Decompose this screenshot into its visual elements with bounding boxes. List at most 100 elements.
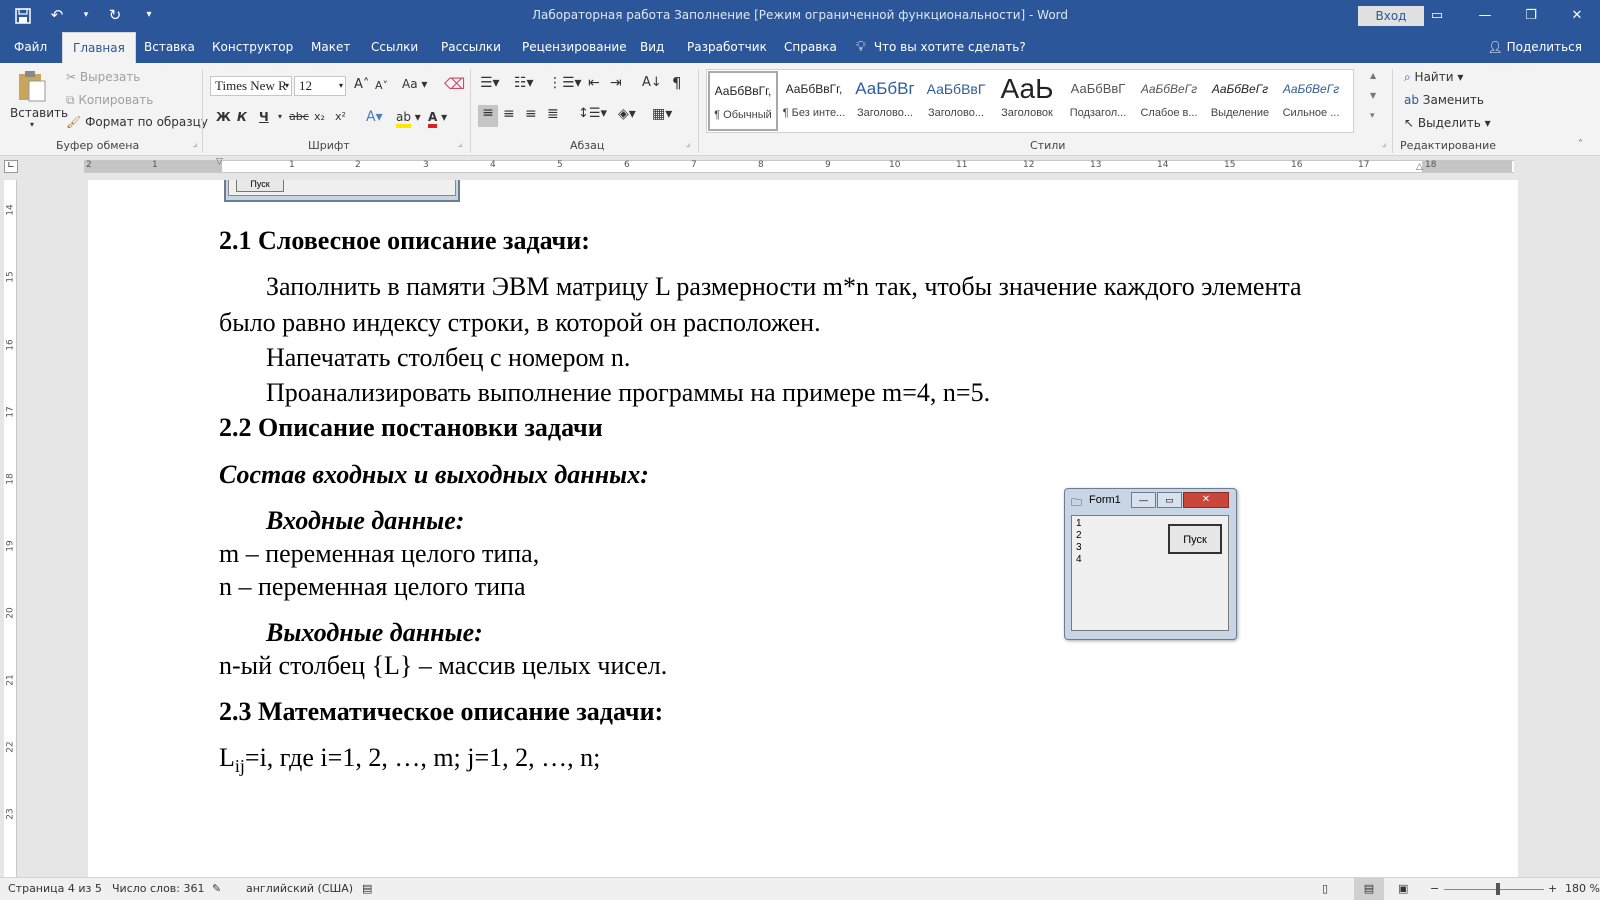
align-center-icon[interactable]: ≡ (503, 106, 515, 122)
clear-formatting-icon[interactable]: ⌫ (444, 75, 465, 93)
bold-button[interactable]: Ж (216, 107, 231, 127)
dialog-launcher-icon[interactable]: ⌟ (458, 139, 462, 149)
cut-button[interactable]: ✂ Вырезать (66, 70, 140, 84)
chevron-down-icon[interactable]: ▾ (82, 6, 90, 24)
copy-button[interactable]: ⧉ Копировать (66, 93, 153, 108)
zoom-level[interactable]: 180 % (1565, 882, 1600, 895)
print-layout-icon[interactable]: ▤ (1354, 878, 1384, 900)
sort-icon[interactable]: A↓ (642, 75, 662, 90)
zoom-in-icon[interactable]: + (1548, 882, 1557, 895)
tab-review[interactable]: Рецензирование (512, 32, 637, 63)
text-effects-icon[interactable]: A▾ (366, 107, 383, 127)
style-subtle-emphasis[interactable]: АаБбВеГг Слабое в... (1134, 71, 1204, 131)
style-subtitle[interactable]: АаБбВвГ Подзагол... (1063, 71, 1133, 131)
grow-font-icon[interactable]: A˄ (354, 77, 369, 92)
scroll-up-icon[interactable]: ▲ (1370, 71, 1376, 80)
font-name-combo[interactable]: Times New R ▾ (210, 76, 292, 96)
language[interactable]: английский (США) (246, 882, 353, 895)
chevron-down-icon[interactable]: ▾ (278, 107, 282, 127)
zoom-out-icon[interactable]: − (1430, 882, 1439, 895)
style-name: Заголовок (1001, 107, 1053, 119)
style-sample: АаБбВвГг, (785, 82, 843, 96)
shading-icon[interactable]: ◈▾ (618, 106, 636, 122)
ribbon-display-options-icon[interactable]: ▭ (1414, 0, 1460, 32)
tab-file[interactable]: Файл (4, 32, 57, 63)
restore-icon[interactable]: ❐ (1508, 0, 1554, 32)
tab-developer[interactable]: Разработчик (677, 32, 777, 63)
align-right-icon[interactable]: ≡ (525, 106, 537, 122)
tab-help[interactable]: Справка (774, 32, 847, 63)
horizontal-ruler[interactable]: 2 1 1 2 3 4 5 6 7 8 9 10 11 12 13 14 15 … (84, 157, 1514, 173)
style-normal[interactable]: АаБбВвГг, ¶ Обычный (708, 71, 778, 131)
format-painter-button[interactable]: 🖌︎ Формат по образцу (66, 115, 208, 129)
undo-icon[interactable]: ↶ (48, 6, 66, 24)
tab-insert[interactable]: Вставка (134, 32, 205, 63)
select-button[interactable]: ↖ Выделить ▾ (1404, 116, 1491, 130)
tab-layout[interactable]: Макет (301, 32, 360, 63)
dialog-launcher-icon[interactable]: ⌟ (686, 139, 690, 149)
indent-marker-icon[interactable]: ▽ (216, 157, 223, 167)
close-icon[interactable]: ✕ (1554, 0, 1600, 32)
page-count[interactable]: Страница 4 из 5 (8, 882, 102, 895)
highlight-color-button[interactable]: ab ▾ (396, 107, 421, 128)
find-button[interactable]: ⌕ Найти ▾ (1404, 70, 1463, 85)
bullets-icon[interactable]: ☰▾ (480, 75, 500, 91)
superscript-button[interactable]: x² (335, 107, 346, 127)
increase-indent-icon[interactable]: ⇥ (610, 75, 622, 91)
style-no-spacing[interactable]: АаБбВвГг, ¶ Без инте... (779, 71, 849, 131)
style-heading2[interactable]: АаБбВвГ Заголово... (921, 71, 991, 131)
decrease-indent-icon[interactable]: ⇤ (588, 75, 600, 91)
macro-recording-icon[interactable]: ▤ (362, 882, 372, 895)
tab-home[interactable]: Главная (62, 32, 136, 63)
collapse-ribbon-icon[interactable]: ˄ (1578, 139, 1583, 150)
web-layout-icon[interactable]: ▣ (1398, 882, 1408, 895)
style-heading1[interactable]: АаБбВг Заголово... (850, 71, 920, 131)
strikethrough-button[interactable]: abc (289, 107, 309, 127)
tell-me-label: Что вы хотите сделать? (873, 40, 1026, 54)
minimize-icon[interactable]: — (1462, 0, 1508, 32)
shrink-font-icon[interactable]: A˅ (375, 79, 388, 92)
zoom-slider-thumb[interactable] (1496, 883, 1500, 895)
vertical-ruler[interactable]: 14 15 16 17 18 19 20 21 22 23 (4, 180, 17, 880)
expand-gallery-icon[interactable]: ▾ (1370, 111, 1375, 121)
align-left-icon[interactable]: ≡ (478, 105, 498, 127)
change-case-button[interactable]: Aa ▾ (402, 77, 427, 91)
paste-button[interactable]: Вставить ▾ (10, 69, 69, 129)
right-indent-marker-icon[interactable]: △ (1416, 162, 1423, 172)
paste-label: Вставить (10, 106, 69, 120)
subscript-button[interactable]: x₂ (314, 107, 325, 127)
italic-button[interactable]: К (237, 107, 247, 127)
style-title[interactable]: АаЬ Заголовок (992, 71, 1062, 131)
font-color-button[interactable]: A ▾ (428, 107, 447, 128)
tab-design[interactable]: Конструктор (202, 32, 303, 63)
customize-qat-icon[interactable]: ▾ (140, 6, 158, 24)
replace-button[interactable]: ab Заменить (1404, 93, 1484, 107)
word-count[interactable]: Число слов: 361 (112, 882, 205, 895)
pilcrow-icon[interactable]: ¶ (672, 74, 682, 92)
dialog-launcher-icon[interactable]: ⌟ (1382, 139, 1386, 149)
share-button[interactable]: 👤︎ Поделиться (1487, 32, 1582, 63)
line-spacing-icon[interactable]: ↕☰▾ (578, 106, 607, 121)
multilevel-list-icon[interactable]: ⋮☰▾ (548, 75, 582, 91)
font-size-combo[interactable]: 12 ▾ (294, 76, 346, 96)
save-icon[interactable] (14, 6, 32, 24)
justify-icon[interactable]: ≣ (547, 106, 559, 122)
tab-selector-icon[interactable]: ∟ (4, 160, 18, 173)
tab-view[interactable]: Вид (630, 32, 674, 63)
tab-mailings[interactable]: Рассылки (431, 32, 511, 63)
scroll-down-icon[interactable]: ▼ (1370, 91, 1376, 100)
form-maximize-icon: ▭ (1157, 492, 1182, 508)
zoom-slider[interactable] (1444, 889, 1544, 890)
proofing-icon[interactable]: ✎ (212, 882, 221, 895)
read-mode-icon[interactable]: ▯ (1322, 882, 1328, 895)
style-emphasis[interactable]: АаБбВеГг Выделение (1205, 71, 1275, 131)
redo-icon[interactable]: ↻ (106, 6, 124, 24)
style-intense-emphasis[interactable]: АаБбВеГг Сильное ... (1276, 71, 1346, 131)
dialog-launcher-icon[interactable]: ⌟ (193, 139, 197, 149)
tab-references[interactable]: Ссылки (361, 32, 428, 63)
numbering-icon[interactable]: ☷▾ (514, 75, 534, 91)
tell-me-box[interactable]: 💡︎ Что вы хотите сделать? (856, 32, 1026, 63)
borders-icon[interactable]: ▦▾ (652, 106, 672, 122)
document-page[interactable]: Пуск 2.1 Словесное описание задачи: Запо… (88, 180, 1518, 877)
underline-button[interactable]: Ч (259, 107, 269, 127)
